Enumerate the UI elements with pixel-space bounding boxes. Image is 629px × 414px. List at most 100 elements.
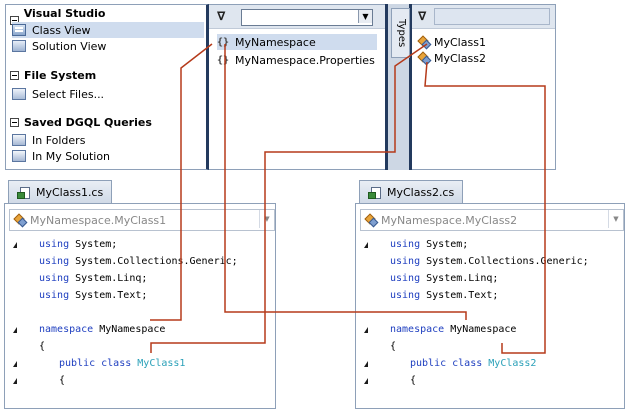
code-line: { [390, 340, 396, 354]
nav-item-label: In Folders [32, 133, 86, 147]
code-keyword: using [39, 239, 70, 250]
csharp-file-icon [368, 186, 382, 200]
code-keyword: using [390, 256, 421, 267]
code-text: { [410, 375, 417, 386]
tab-myclass1-cs[interactable]: MyClass1.cs [8, 180, 112, 204]
csharp-file-icon [17, 186, 31, 200]
solution-view-icon [12, 40, 26, 52]
code-keyword: public class [59, 358, 132, 369]
code-line: using System.Linq; [39, 272, 147, 286]
type-item[interactable]: MyClass1 [417, 34, 486, 50]
nav-item-select-files[interactable]: Select Files... [12, 86, 204, 102]
code-line: using System.Text; [39, 289, 147, 303]
filter-icon[interactable]: ∇ [418, 9, 426, 23]
types-toolbar: ∇ [412, 5, 555, 29]
code-text: System; [420, 239, 469, 250]
folder-query-icon [12, 134, 26, 146]
code-type-name: MyClass1 [137, 358, 186, 369]
code-editor-myclass1[interactable]: MyNamespace.MyClass1 ▼ using System; usin… [4, 203, 276, 409]
section-title: Saved DGQL Queries [24, 116, 152, 129]
nav-item-in-folders[interactable]: In Folders [12, 132, 204, 148]
tab-label: MyClass2.cs [387, 186, 455, 199]
code-line: { [410, 374, 416, 388]
nav-item-solution-view[interactable]: Solution View [12, 38, 204, 54]
solution-query-icon [12, 150, 26, 162]
collapse-icon[interactable] [10, 118, 19, 127]
code-line: public class MyClass2 [410, 357, 536, 371]
type-label: MyClass1 [434, 35, 486, 49]
namespaces-panel: ∇ ▼ {} MyNamespace {} MyNamespace.Proper… [209, 4, 385, 170]
code-text: System.Linq; [69, 273, 148, 284]
code-keyword: using [39, 273, 70, 284]
section-saved-queries[interactable]: Saved DGQL Queries [10, 116, 152, 129]
section-file-system[interactable]: File System [10, 69, 96, 82]
type-filter-input[interactable] [434, 8, 550, 25]
namespace-icon: {} [217, 36, 230, 48]
section-title: File System [24, 69, 97, 82]
code-text: MyNamespace [93, 324, 166, 335]
code-editor-myclass2[interactable]: MyNamespace.MyClass2 ▼ using System; usin… [355, 203, 625, 409]
collapse-icon[interactable] [10, 71, 19, 80]
types-panel: ∇ MyClass1 MyClass2 [412, 4, 556, 170]
namespaces-toolbar: ∇ ▼ [209, 5, 385, 29]
type-combo-label: MyNamespace.MyClass1 [30, 213, 167, 227]
filter-icon[interactable]: ∇ [217, 9, 225, 23]
outline-collapse-icon[interactable] [364, 327, 368, 333]
code-keyword: using [390, 273, 421, 284]
nav-item-in-my-solution[interactable]: In My Solution [12, 148, 204, 164]
code-line: { [59, 374, 65, 388]
code-text: System.Collections.Generic; [69, 256, 238, 267]
chevron-down-icon[interactable]: ▼ [358, 10, 372, 23]
code-line: { [39, 340, 45, 354]
namespace-label: MyNamespace.Properties [235, 53, 375, 67]
type-combo[interactable]: MyNamespace.MyClass2 ▼ [360, 209, 624, 231]
outline-collapse-icon[interactable] [364, 361, 368, 367]
outline-collapse-icon[interactable] [13, 327, 17, 333]
code-line: using System; [39, 238, 117, 252]
nav-item-label: Select Files... [32, 87, 105, 101]
code-line: using System.Linq; [390, 272, 498, 286]
code-keyword: using [39, 290, 70, 301]
namespace-label: MyNamespace [235, 35, 316, 49]
type-combo[interactable]: MyNamespace.MyClass1 ▼ [9, 209, 275, 231]
code-line: using System.Text; [390, 289, 498, 303]
outline-collapse-icon[interactable] [364, 378, 368, 384]
namespace-filter-combo[interactable]: ▼ [241, 9, 373, 26]
class-icon [417, 51, 432, 66]
code-text: System.Text; [69, 290, 148, 301]
code-text: System.Collections.Generic; [420, 256, 589, 267]
chevron-down-icon[interactable]: ▼ [608, 210, 623, 228]
namespace-item[interactable]: {} MyNamespace [217, 34, 377, 50]
code-text: { [390, 341, 397, 352]
tab-types[interactable]: Types [391, 8, 410, 58]
outline-collapse-icon[interactable] [364, 242, 368, 248]
namespace-icon: {} [217, 54, 230, 66]
code-line: using System.Collections.Generic; [390, 255, 589, 269]
types-tab-strip: Types [385, 4, 412, 170]
class-icon [417, 35, 432, 50]
code-text: { [59, 375, 66, 386]
tab-label: MyClass1.cs [36, 186, 104, 199]
namespace-item[interactable]: {} MyNamespace.Properties [217, 52, 375, 68]
nav-item-label: Class View [32, 23, 91, 37]
code-keyword: namespace [390, 324, 445, 335]
nav-item-class-view[interactable]: Class View [12, 22, 204, 38]
chevron-down-icon[interactable]: ▼ [259, 210, 274, 228]
outline-collapse-icon[interactable] [13, 361, 17, 367]
code-keyword: public class [410, 358, 483, 369]
code-line: using System.Collections.Generic; [39, 255, 238, 269]
outline-collapse-icon[interactable] [13, 242, 17, 248]
code-text: { [39, 341, 46, 352]
type-item[interactable]: MyClass2 [417, 50, 486, 66]
code-line: using System; [390, 238, 468, 252]
class-icon [13, 213, 28, 228]
code-text: System.Linq; [420, 273, 499, 284]
code-keyword: using [39, 256, 70, 267]
nav-item-label: In My Solution [32, 149, 111, 163]
class-view-icon [12, 24, 26, 36]
code-line: public class MyClass1 [59, 357, 185, 371]
code-line: namespace MyNamespace [390, 323, 516, 337]
code-type-name: MyClass2 [488, 358, 537, 369]
tab-myclass2-cs[interactable]: MyClass2.cs [359, 180, 463, 204]
outline-collapse-icon[interactable] [13, 378, 17, 384]
